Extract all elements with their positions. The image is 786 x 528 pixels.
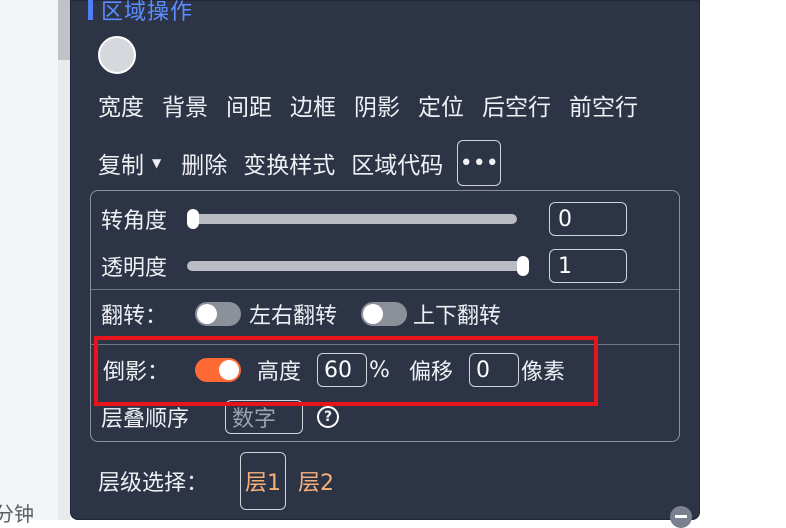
region-code-button[interactable]: 区域代码 <box>351 146 443 180</box>
vertical-flip-label: 上下翻转 <box>413 304 502 329</box>
background-text: 分钟 <box>0 502 34 526</box>
menu-blank-line-before[interactable]: 前空行 <box>569 88 638 122</box>
more-icon[interactable]: ••• <box>457 140 502 186</box>
title-accent-bar <box>88 0 93 20</box>
region-operation-panel: 区域操作 宽度 背景 间距 边框 阴影 定位 后空行 前空行 复制 ▼ 删除 变… <box>70 0 700 528</box>
divider <box>91 289 679 290</box>
change-style-button[interactable]: 变换样式 <box>243 146 335 180</box>
rotation-input[interactable]: 0 <box>549 202 627 236</box>
opacity-slider-track[interactable] <box>187 261 527 271</box>
layer-2-button[interactable]: 层2 <box>298 465 334 497</box>
menu-spacing[interactable]: 间距 <box>226 88 272 122</box>
opacity-slider-handle[interactable] <box>517 256 529 276</box>
opacity-label: 透明度 <box>101 256 168 281</box>
copy-button[interactable]: 复制 <box>98 146 144 180</box>
opacity-row: 透明度 1 <box>91 246 679 286</box>
action-row: 复制 ▼ 删除 变换样式 区域代码 ••• <box>98 140 502 186</box>
panel-title: 区域操作 <box>101 0 194 25</box>
page-left-background <box>0 0 58 520</box>
vertical-flip-toggle[interactable] <box>361 302 407 326</box>
horizontal-flip-label: 左右翻转 <box>249 304 338 329</box>
opacity-input[interactable]: 1 <box>549 249 627 283</box>
delete-button[interactable]: 删除 <box>181 146 227 180</box>
copy-dropdown-caret-icon[interactable]: ▼ <box>152 156 161 170</box>
layer-1-button[interactable]: 层1 <box>240 452 287 510</box>
rotation-slider-track[interactable] <box>187 214 517 224</box>
menu-width[interactable]: 宽度 <box>98 88 144 122</box>
layer-select-label: 层级选择： <box>98 471 209 496</box>
rotation-slider-handle[interactable] <box>187 209 199 229</box>
panel-header: 区域操作 <box>88 0 193 26</box>
page-right-background <box>700 0 786 520</box>
flip-row: 翻转： 左右翻转 上下翻转 <box>91 295 679 333</box>
rotation-label: 转角度 <box>101 209 168 234</box>
style-menu: 宽度 背景 间距 边框 阴影 定位 后空行 前空行 <box>98 88 638 122</box>
layer-select-row: 层级选择： 层1 层2 <box>98 452 334 510</box>
collapse-icon[interactable] <box>670 506 692 528</box>
horizontal-flip-toggle[interactable] <box>195 302 241 326</box>
color-swatch-circle[interactable] <box>98 36 136 74</box>
menu-shadow[interactable]: 阴影 <box>354 88 400 122</box>
menu-border[interactable]: 边框 <box>290 88 336 122</box>
menu-blank-line-after[interactable]: 后空行 <box>482 88 551 122</box>
scrollbar-strip <box>58 0 70 60</box>
menu-position[interactable]: 定位 <box>418 88 464 122</box>
page-left-edge <box>58 0 70 520</box>
rotation-row: 转角度 0 <box>91 199 679 239</box>
menu-background[interactable]: 背景 <box>162 88 208 122</box>
help-icon[interactable]: ? <box>317 406 339 428</box>
flip-label: 翻转： <box>101 304 168 329</box>
highlight-box <box>94 336 598 406</box>
